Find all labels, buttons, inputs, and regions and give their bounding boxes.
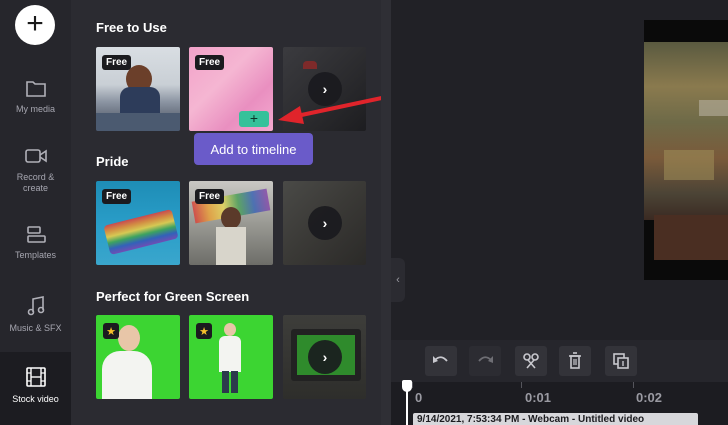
section-title-pride: Pride	[96, 154, 129, 169]
duplicate-icon	[613, 353, 629, 369]
video-thumbnail-pride-woman[interactable]: Free	[189, 181, 273, 265]
nav-label: Templates	[14, 250, 57, 260]
free-badge: Free	[195, 189, 225, 204]
nav-item-my-media[interactable]: My media	[0, 78, 71, 115]
video-thumbnail-pride-flag[interactable]: Free	[96, 181, 180, 265]
star-icon: ★	[103, 323, 119, 339]
section-title-free-to-use: Free to Use	[96, 20, 167, 35]
tick-line	[412, 382, 413, 388]
music-icon	[27, 296, 44, 316]
folder-icon	[25, 81, 46, 97]
free-badge: Free	[102, 55, 132, 70]
video-thumbnail-office-woman[interactable]: Free	[96, 47, 180, 131]
nav-label: Stock video	[12, 394, 59, 404]
timeline-toolbar	[391, 340, 728, 382]
app-window: + My media Record & create Templates Mus…	[0, 0, 728, 425]
plus-icon: +	[26, 6, 44, 40]
camera-icon	[24, 149, 47, 163]
copy-button[interactable]	[605, 346, 637, 376]
star-icon: ★	[196, 323, 212, 339]
undo-icon	[433, 356, 448, 363]
panel-divider	[381, 0, 391, 425]
chevron-right-icon[interactable]: ›	[308, 206, 342, 240]
video-thumbnail-green-screen-doctor[interactable]: ★	[189, 315, 273, 399]
left-nav: + My media Record & create Templates Mus…	[0, 0, 71, 425]
free-badge: Free	[102, 189, 132, 204]
trash-icon	[569, 352, 581, 369]
delete-button[interactable]	[559, 346, 591, 376]
playhead-handle[interactable]	[402, 380, 412, 392]
collapse-panel-button[interactable]: ‹	[391, 258, 405, 302]
tick-line	[521, 382, 522, 388]
redo-button[interactable]	[469, 346, 501, 376]
undo-button[interactable]	[425, 346, 457, 376]
nav-label: My media	[15, 104, 55, 114]
nav-item-templates[interactable]: Templates	[0, 224, 71, 261]
redo-icon	[478, 356, 493, 363]
nav-label: Record & create	[16, 172, 55, 193]
free-badge: Free	[195, 55, 225, 70]
timeline-clip[interactable]: 9/14/2021, 7:53:34 PM - Webcam - Untitle…	[413, 413, 698, 425]
tick-label: 0	[415, 390, 423, 405]
add-media-button[interactable]: +	[15, 5, 55, 45]
section-title-green-screen: Perfect for Green Screen	[96, 289, 250, 304]
video-thumbnail-green-screen-nurse[interactable]: ★	[96, 315, 180, 399]
video-thumbnail-green-screen-monitor[interactable]: ›	[283, 315, 366, 399]
templates-icon	[26, 226, 46, 243]
video-thumbnail-pink-abstract[interactable]: Free +	[189, 47, 273, 131]
chevron-right-icon[interactable]: ›	[308, 340, 342, 374]
add-to-timeline-tooltip: Add to timeline	[194, 133, 313, 165]
scissors-icon	[523, 353, 539, 369]
video-preview	[644, 20, 728, 280]
tick-line	[633, 382, 634, 388]
add-to-timeline-button[interactable]: +	[239, 111, 269, 127]
nav-item-record-create[interactable]: Record & create	[0, 146, 71, 194]
nav-label: Music & SFX	[9, 323, 62, 333]
split-button[interactable]	[515, 346, 547, 376]
tick-label: 0:01	[525, 390, 552, 405]
tick-label: 0:02	[636, 390, 663, 405]
video-thumbnail-parade[interactable]: ›	[283, 181, 366, 265]
nav-item-music-sfx[interactable]: Music & SFX	[0, 295, 71, 334]
nav-item-stock-video[interactable]: Stock video	[0, 352, 71, 425]
film-icon	[25, 367, 46, 387]
